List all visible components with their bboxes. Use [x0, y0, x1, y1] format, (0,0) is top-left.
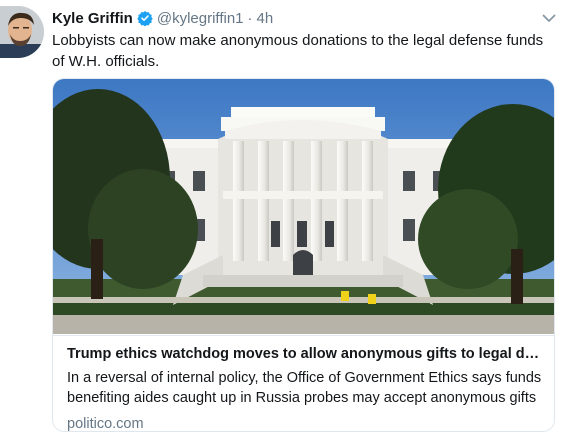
- avatar[interactable]: [0, 6, 44, 58]
- chevron-down-icon[interactable]: [541, 10, 557, 26]
- card-image[interactable]: [53, 79, 554, 334]
- author-name[interactable]: Kyle Griffin: [52, 10, 133, 27]
- card-description: In a reversal of internal policy, the Of…: [67, 370, 542, 406]
- card-title[interactable]: Trump ethics watchdog moves to allow ano…: [67, 344, 542, 364]
- card-domain[interactable]: politico.com: [67, 414, 542, 431]
- tweet-text: Lobbyists can now make anonymous donatio…: [52, 32, 544, 70]
- verified-badge-icon: [137, 10, 153, 26]
- link-preview-card[interactable]: Trump ethics watchdog moves to allow ano…: [52, 78, 555, 432]
- author-handle[interactable]: @kylegriffin1: [157, 10, 244, 27]
- tweet: Kyle Griffin @kylegriffin1 · 4h Lobbyist…: [0, 0, 584, 441]
- avatar-image: [0, 6, 44, 58]
- card-body[interactable]: Trump ethics watchdog moves to allow ano…: [53, 335, 554, 431]
- separator-dot: ·: [247, 9, 253, 27]
- timestamp[interactable]: 4h: [257, 10, 274, 27]
- tweet-header: Kyle Griffin @kylegriffin1 · 4h: [52, 7, 273, 29]
